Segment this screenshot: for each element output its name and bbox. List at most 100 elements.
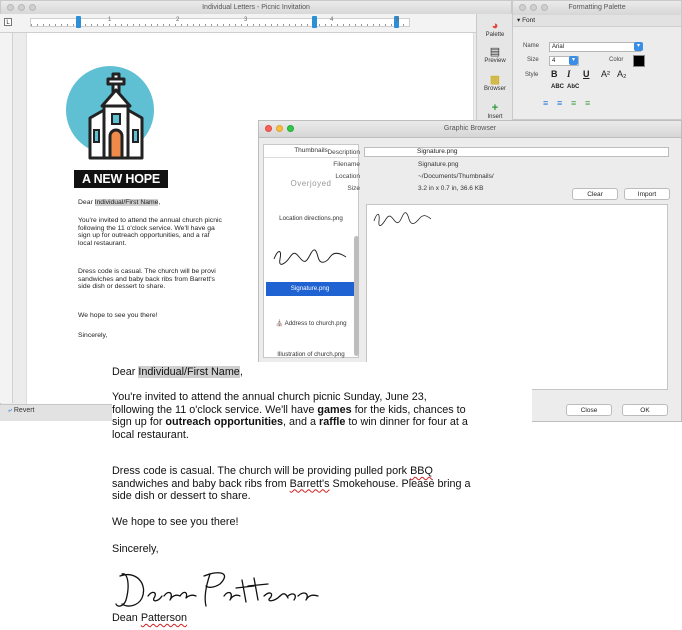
font-section-label: Font	[522, 17, 536, 24]
misspelled-word[interactable]: Barrett's	[290, 478, 330, 490]
text-run: for the kids, chances to	[351, 403, 466, 416]
signature-thumbnail	[273, 249, 347, 265]
small-greeting[interactable]: Dear Individual/First Name,	[78, 199, 160, 207]
list-item[interactable]: Location directions.png	[264, 215, 358, 222]
revert-arrow-icon: ⤶	[8, 407, 12, 414]
vertical-ruler[interactable]	[0, 33, 13, 403]
small-paragraph-2[interactable]: Dress code is casual. The church will be…	[78, 268, 260, 291]
bold-raffle: raffle	[319, 416, 346, 429]
close-button[interactable]: Close	[566, 404, 612, 416]
palette-titlebar[interactable]: Formatting Palette	[513, 1, 681, 16]
minimize-light[interactable]	[18, 4, 25, 11]
palette-button[interactable]: ◕ Palette	[480, 20, 510, 38]
font-section-header[interactable]: ▾ Font	[513, 15, 681, 27]
small-line: following the 11 o'clock service. We'll …	[78, 224, 215, 232]
subscript-icon[interactable]: A₂	[617, 69, 627, 79]
filename-value: Signature.png	[418, 161, 459, 168]
small-paragraph-3[interactable]: We hope to see you there!	[78, 312, 158, 320]
minimize-light[interactable]	[276, 125, 283, 132]
browser-icon: ▩	[489, 74, 501, 86]
font-color-swatch[interactable]	[633, 55, 645, 67]
list-item-selected[interactable]: Signature.png	[266, 282, 354, 296]
thumbnails-scrollbar[interactable]	[354, 236, 359, 356]
chevron-down-icon[interactable]: ▾	[634, 42, 643, 51]
ok-button[interactable]: OK	[622, 404, 668, 416]
letter-closing[interactable]: Sincerely,	[112, 543, 522, 556]
graphic-browser-titlebar[interactable]: Graphic Browser	[259, 121, 681, 138]
letter-signer-name[interactable]: Dean Patterson	[112, 612, 522, 625]
italic-icon[interactable]: I	[567, 69, 571, 79]
import-button[interactable]: Import	[624, 188, 670, 200]
signer-first-name: Dean	[112, 612, 141, 624]
close-light[interactable]	[265, 125, 272, 132]
size-label: Size	[347, 185, 360, 192]
insert-button[interactable]: + Insert	[480, 102, 510, 120]
close-light[interactable]	[7, 4, 14, 11]
align-left-icon[interactable]: ≡	[543, 98, 548, 108]
small-paragraph-1[interactable]: You're invited to attend the annual chur…	[78, 217, 260, 247]
clear-button[interactable]: Clear	[572, 188, 618, 200]
small-closing[interactable]: Sincerely,	[78, 332, 107, 340]
preview-label: Preview	[484, 58, 506, 64]
preview-button[interactable]: ▤ Preview	[480, 46, 510, 64]
filename-label: Filename	[333, 161, 360, 168]
greeting-suffix: ,	[239, 366, 243, 378]
ruler-number: 2	[176, 17, 180, 23]
small-line: local restaurant.	[78, 239, 127, 247]
merge-field-first-name[interactable]: Individual/First Name	[94, 199, 159, 206]
close-light[interactable]	[519, 4, 526, 11]
align-center-icon[interactable]: ≡	[557, 98, 562, 108]
small-caps-icon[interactable]: AbC	[567, 84, 579, 90]
window-controls[interactable]	[7, 4, 36, 11]
list-item[interactable]: Illustration of church.png	[264, 351, 358, 358]
paragraph-line: side dish or dessert to share.	[112, 490, 251, 503]
bold-outreach: outreach opportunities	[165, 416, 283, 429]
signature-image[interactable]	[114, 566, 324, 616]
chevron-down-icon[interactable]: ▾	[569, 56, 578, 65]
location-value: ~/Documents/Thumbnails/	[418, 173, 494, 180]
paragraph-line: local restaurant.	[112, 428, 189, 441]
list-item[interactable]: ⛪ Address to church.png	[264, 319, 358, 327]
location-label: Location	[335, 173, 360, 180]
ruler-number: 1	[108, 17, 112, 23]
revert-button[interactable]: ⤶ Revert	[8, 405, 48, 417]
bold-icon[interactable]: B	[551, 69, 558, 79]
graphic-browser-window-controls[interactable]	[265, 125, 294, 132]
zoom-light[interactable]	[29, 4, 36, 11]
align-right-icon[interactable]: ≡	[571, 98, 576, 108]
ruler-number: 4	[330, 17, 334, 23]
misspelled-word[interactable]: BBQ	[410, 465, 433, 477]
letter-paragraph-1[interactable]: You're invited to attend the annual chur…	[112, 391, 522, 441]
greeting-prefix: Dear	[112, 366, 139, 378]
tab-marker[interactable]	[312, 16, 317, 28]
browser-button[interactable]: ▩ Browser	[480, 74, 510, 92]
palette-window-controls[interactable]	[519, 4, 548, 11]
letter-paragraph-2[interactable]: Dress code is casual. The church will be…	[112, 465, 522, 503]
palette-title: Formatting Palette	[568, 4, 626, 11]
divider	[264, 157, 358, 158]
greeting-suffix: ,	[158, 199, 161, 206]
justify-icon[interactable]: ≡	[585, 98, 590, 108]
small-line: You're invited to attend the annual chur…	[78, 217, 222, 224]
minimize-light[interactable]	[530, 4, 537, 11]
font-name-field[interactable]: Arial	[549, 42, 641, 52]
description-field[interactable]: Signature.png	[364, 147, 669, 157]
underline-icon[interactable]: U	[583, 69, 590, 79]
left-indent-marker[interactable]	[76, 16, 81, 28]
text-run: following the 11 o'clock service. We'll …	[112, 403, 318, 416]
superscript-icon[interactable]: A²	[601, 69, 610, 79]
size-value: 3.2 in x 0.7 in, 36.6 KB	[418, 185, 484, 192]
horizontal-ruler[interactable]: 1 2 3 4 5	[0, 14, 476, 33]
letter-paragraph-3[interactable]: We hope to see you there!	[112, 516, 522, 529]
small-line: sandwiches and baby back ribs from Barre…	[78, 275, 215, 283]
list-item-label: Address to church.png	[284, 320, 347, 327]
description-value: Signature.png	[417, 148, 458, 155]
merge-field-first-name[interactable]: Individual/First Name	[138, 366, 240, 378]
ruler-number: 5	[396, 17, 400, 23]
tab-type-icon[interactable]: L	[4, 18, 12, 26]
ruler-scale[interactable]	[30, 18, 410, 27]
letter-greeting[interactable]: Dear Individual/First Name,	[112, 366, 522, 379]
zoom-light[interactable]	[541, 4, 548, 11]
strikethrough-icon[interactable]: ABC	[551, 84, 564, 90]
zoom-light[interactable]	[287, 125, 294, 132]
